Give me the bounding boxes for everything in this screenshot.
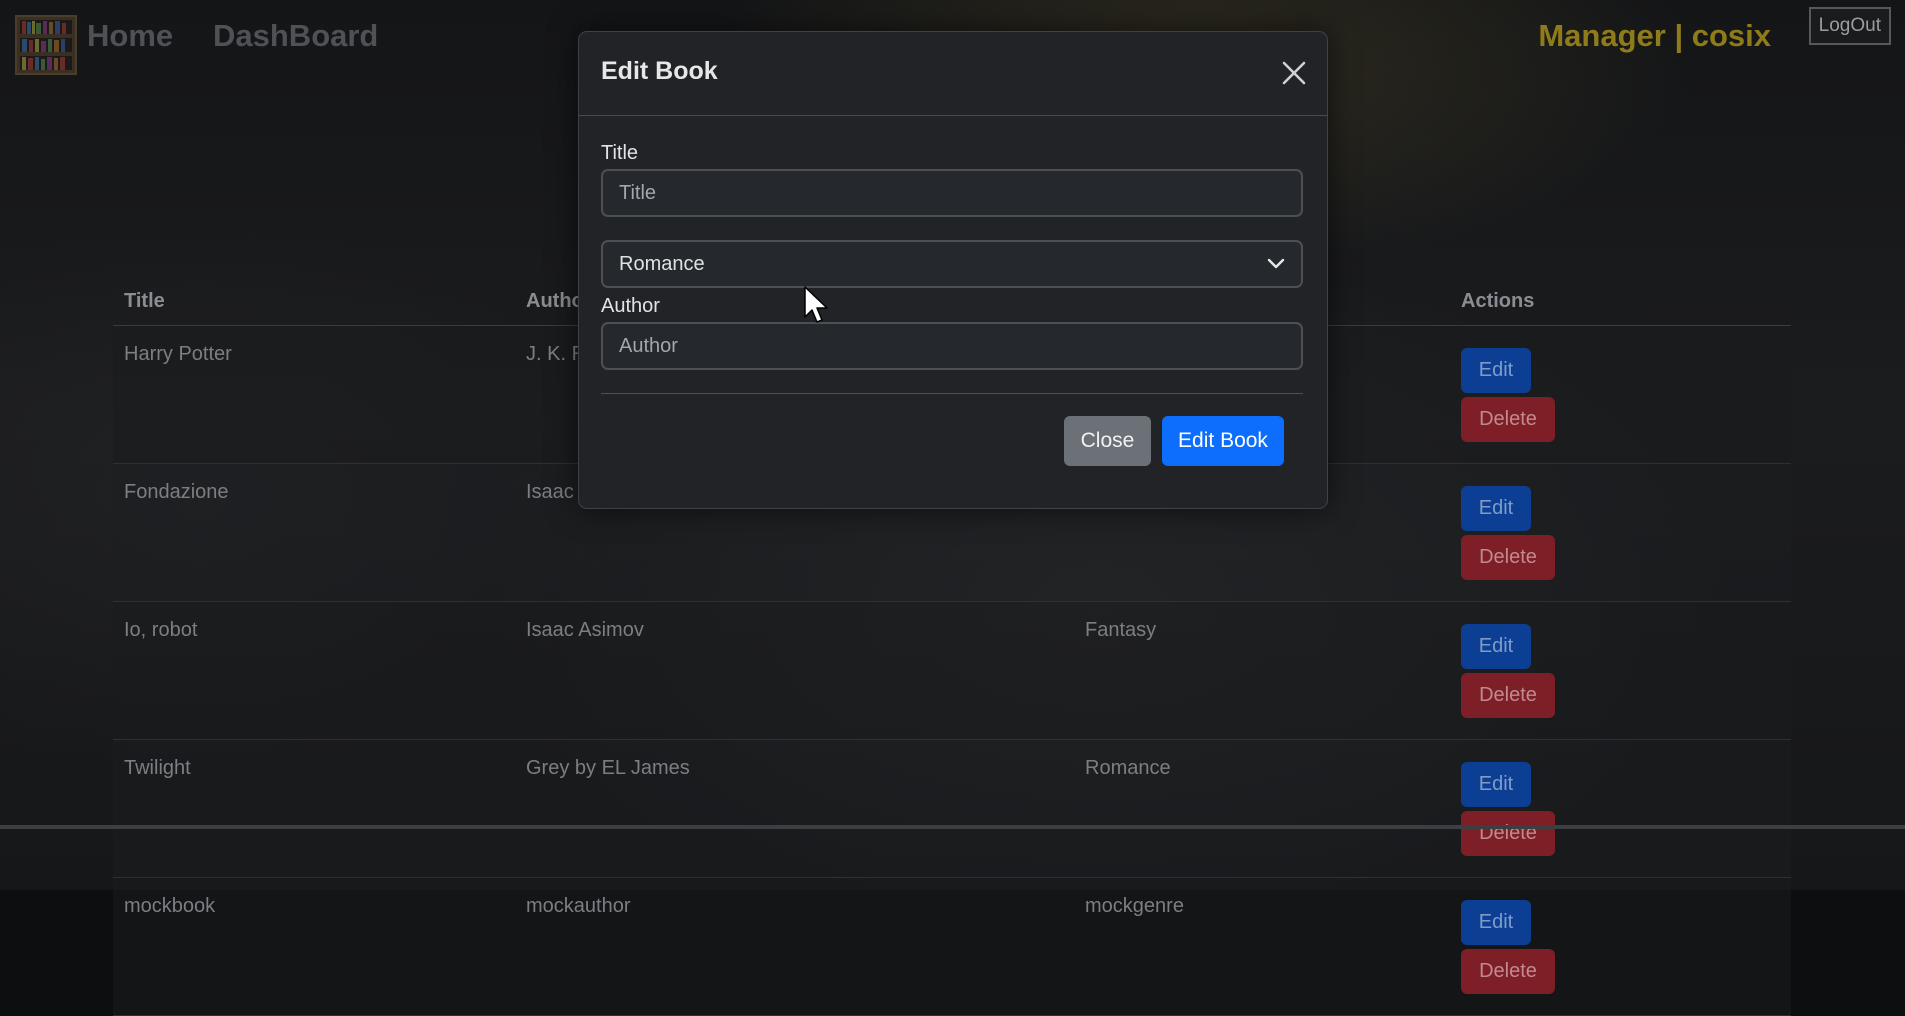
edit-button[interactable]: Edit	[1461, 900, 1531, 945]
table-row: Twilight Grey by EL James Romance Edit D…	[113, 739, 1791, 878]
cell-title: Fondazione	[113, 463, 515, 602]
cell-author: mockauthor	[515, 877, 1074, 1016]
header-actions: Actions	[1450, 280, 1791, 326]
title-input[interactable]	[601, 169, 1303, 217]
cell-actions: Edit Delete	[1450, 463, 1791, 602]
mouse-cursor-icon	[804, 286, 828, 323]
genre-select[interactable]: Romance	[601, 240, 1303, 288]
nav-dashboard-link[interactable]: DashBoard	[213, 18, 378, 54]
author-field-label: Author	[601, 295, 660, 317]
cell-genre: Romance	[1074, 739, 1450, 878]
user-role-label: Manager | cosix	[1538, 18, 1771, 53]
header-title: Title	[113, 280, 515, 326]
table-row: mockbook mockauthor mockgenre Edit Delet…	[113, 877, 1791, 1016]
genre-select-value: Romance	[619, 252, 705, 275]
edit-book-submit-button[interactable]: Edit Book	[1162, 416, 1284, 466]
cell-title: mockbook	[113, 877, 515, 1016]
edit-button[interactable]: Edit	[1461, 762, 1531, 807]
delete-button[interactable]: Delete	[1461, 673, 1555, 718]
chevron-down-icon	[1267, 258, 1285, 269]
modal-title: Edit Book	[601, 57, 718, 85]
delete-button[interactable]: Delete	[1461, 811, 1555, 856]
close-button[interactable]: Close	[1064, 416, 1151, 466]
edit-button[interactable]: Edit	[1461, 624, 1531, 669]
edit-button[interactable]: Edit	[1461, 486, 1531, 531]
logout-button[interactable]: LogOut	[1808, 7, 1891, 45]
cell-actions: Edit Delete	[1450, 325, 1791, 464]
cell-actions: Edit Delete	[1450, 739, 1791, 878]
delete-button[interactable]: Delete	[1461, 949, 1555, 994]
cell-genre: mockgenre	[1074, 877, 1450, 1016]
cell-title: Twilight	[113, 739, 515, 878]
table-row: Io, robot Isaac Asimov Fantasy Edit Dele…	[113, 601, 1791, 740]
cell-genre: Fantasy	[1074, 601, 1450, 740]
cell-actions: Edit Delete	[1450, 601, 1791, 740]
modal-header: Edit Book	[579, 32, 1327, 116]
delete-button[interactable]: Delete	[1461, 535, 1555, 580]
page-divider	[0, 825, 1905, 829]
cell-author: Isaac Asimov	[515, 601, 1074, 740]
nav-home-link[interactable]: Home	[87, 18, 173, 54]
author-input[interactable]	[601, 322, 1303, 370]
delete-button[interactable]: Delete	[1461, 397, 1555, 442]
edit-button[interactable]: Edit	[1461, 348, 1531, 393]
close-icon[interactable]	[1279, 58, 1309, 88]
modal-footer-divider	[601, 393, 1303, 394]
bookshelf-logo-icon[interactable]	[15, 15, 77, 75]
edit-book-modal: Edit Book Title Romance Author Close Edi…	[578, 31, 1328, 509]
title-field-label: Title	[601, 142, 639, 164]
cell-actions: Edit Delete	[1450, 877, 1791, 1016]
cell-title: Harry Potter	[113, 325, 515, 464]
cell-author: Grey by EL James	[515, 739, 1074, 878]
cell-title: Io, robot	[113, 601, 515, 740]
